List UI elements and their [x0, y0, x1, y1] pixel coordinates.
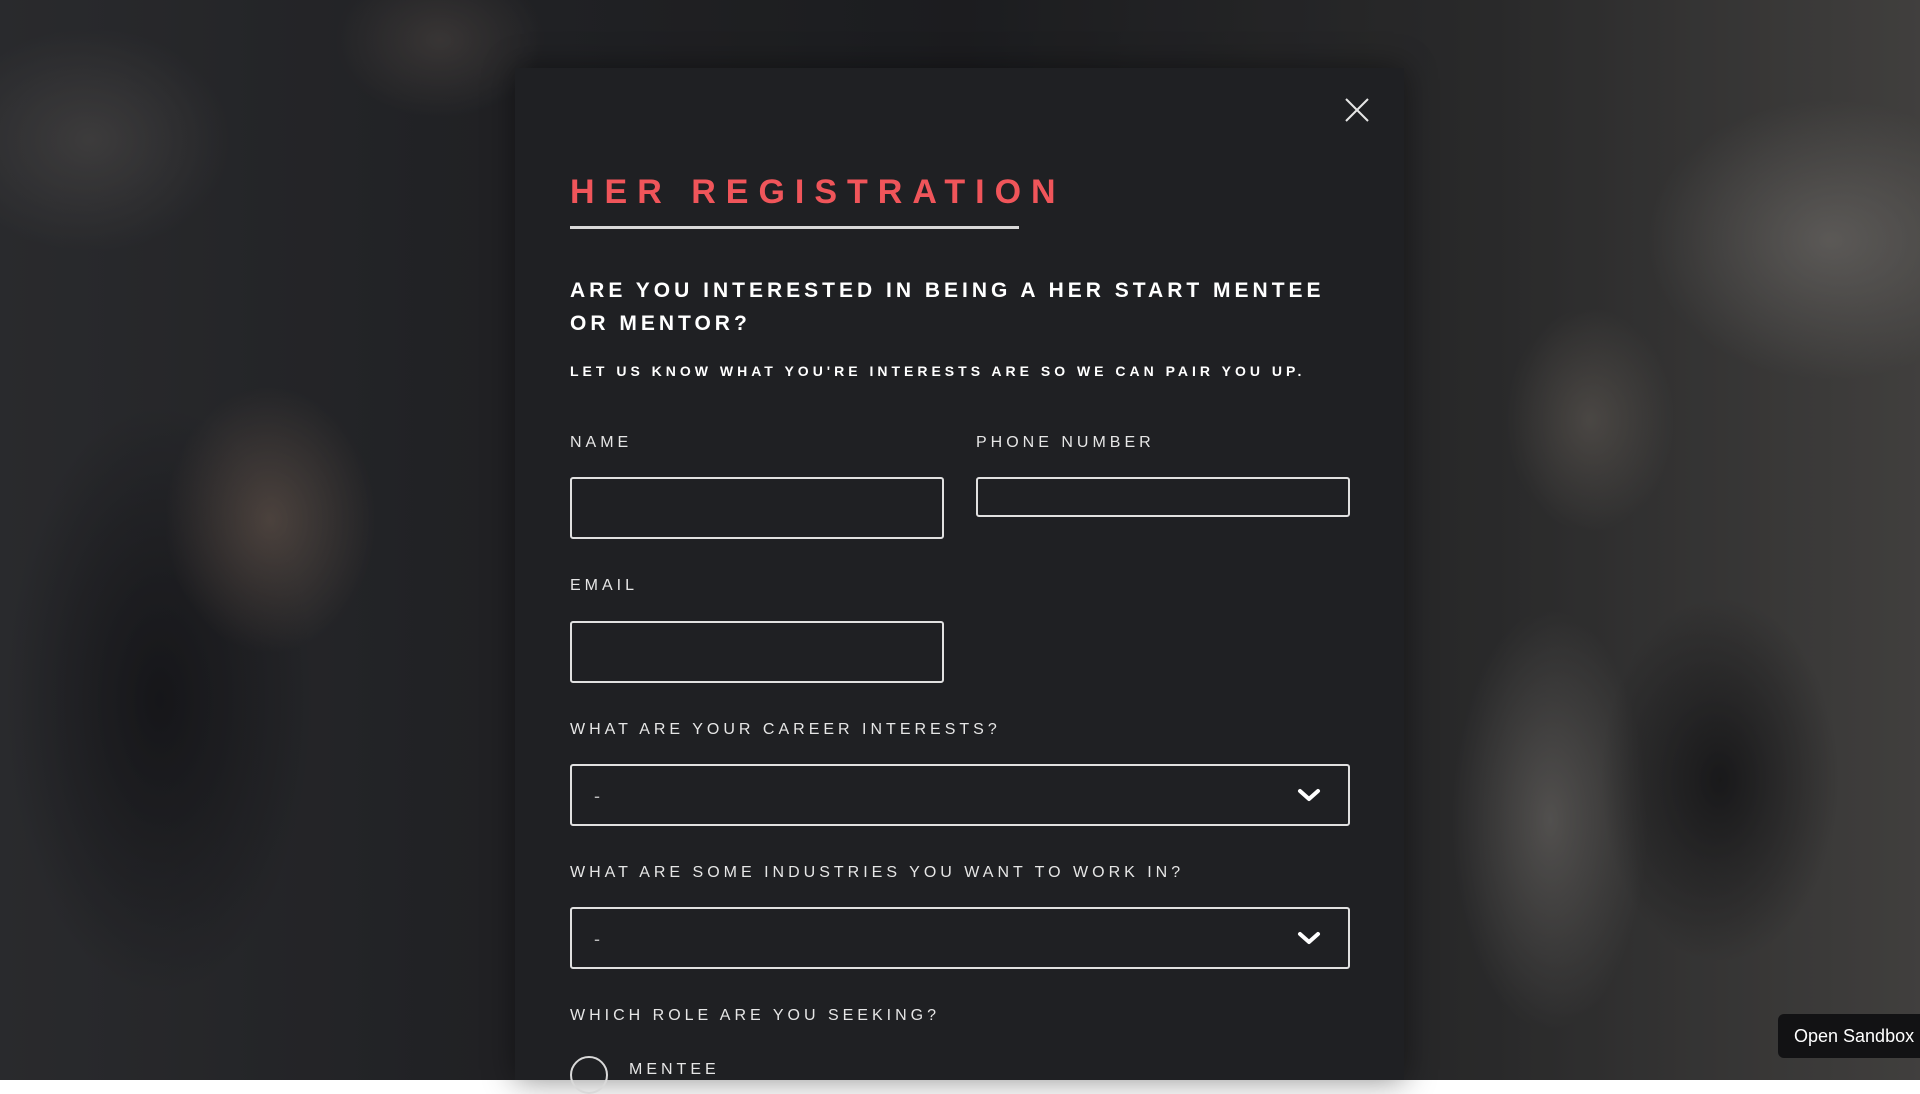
industries-value: -: [594, 929, 600, 949]
close-button[interactable]: [1341, 94, 1373, 126]
name-label: NAME: [570, 434, 633, 451]
career-interests-select[interactable]: -: [570, 764, 1350, 826]
registration-modal: HER REGISTRATION ARE YOU INTERESTED IN B…: [515, 68, 1404, 1094]
career-interests-value: -: [594, 786, 600, 806]
phone-label: PHONE NUMBER: [976, 434, 1155, 451]
role-label: WHICH ROLE ARE YOU SEEKING?: [570, 1007, 940, 1024]
email-input[interactable]: [570, 621, 944, 683]
mentee-radio[interactable]: [570, 1056, 608, 1094]
chevron-down-icon: [1296, 786, 1322, 804]
email-label: EMAIL: [570, 577, 639, 594]
name-input[interactable]: [570, 477, 944, 539]
modal-subheading: LET US KNOW WHAT YOU'RE INTERESTS ARE SO…: [570, 363, 1306, 379]
phone-input[interactable]: [976, 477, 1350, 517]
chevron-down-icon: [1296, 929, 1322, 947]
career-interests-label: WHAT ARE YOUR CAREER INTERESTS?: [570, 721, 1001, 738]
modal-heading: ARE YOU INTERESTED IN BEING A HER START …: [570, 279, 1325, 335]
title-underline: [570, 226, 1019, 229]
close-icon: [1345, 98, 1369, 122]
industries-select[interactable]: -: [570, 907, 1350, 969]
modal-title: HER REGISTRATION: [570, 173, 1066, 211]
open-sandbox-button[interactable]: Open Sandbox: [1778, 1014, 1920, 1058]
mentee-radio-label: MENTEE: [629, 1061, 720, 1078]
industries-label: WHAT ARE SOME INDUSTRIES YOU WANT TO WOR…: [570, 864, 1185, 881]
